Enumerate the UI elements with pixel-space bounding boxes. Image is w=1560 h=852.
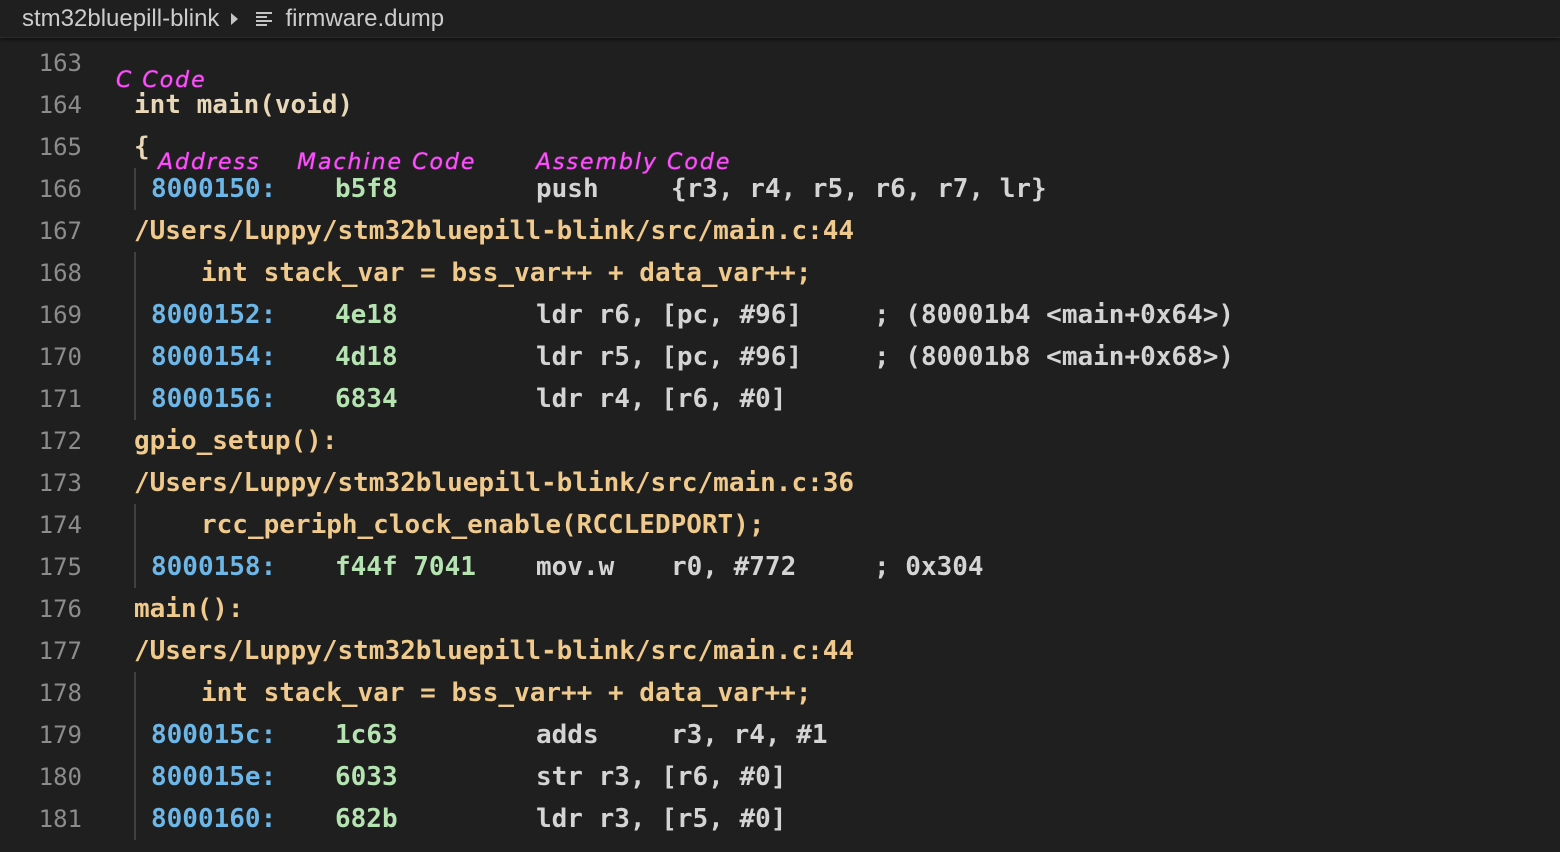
address-text: 800015c: xyxy=(151,720,277,750)
source-code-text: int stack_var = bss_var++ + data_var++; xyxy=(201,258,812,288)
indent-guide xyxy=(134,252,136,294)
machine-code-text: 1c63 xyxy=(335,720,398,750)
file-lines-icon xyxy=(256,11,273,26)
indent-guide xyxy=(134,672,136,714)
function-label-text: main(): xyxy=(134,594,244,624)
code-line[interactable]: 176 main(): xyxy=(0,588,1560,630)
machine-code-text: 6834 xyxy=(335,384,398,414)
line-number: 179 xyxy=(38,721,82,749)
breadcrumb-file[interactable]: firmware.dump xyxy=(285,5,444,33)
line-number: 163 xyxy=(38,49,82,77)
line-number: 178 xyxy=(38,679,82,707)
indent-guide xyxy=(134,714,136,756)
source-code-text: rcc_periph_clock_enable(RCCLEDPORT); xyxy=(201,510,765,540)
indent-guide xyxy=(134,798,136,840)
machine-code-text: f44f 7041 xyxy=(335,552,476,582)
indent-guide xyxy=(134,546,136,588)
code-line[interactable]: 173/Users/Luppy/stm32bluepill-blink/src/… xyxy=(0,462,1560,504)
line-number: 167 xyxy=(38,217,82,245)
assembly-args-text: r0, #772 xyxy=(671,552,797,582)
address-text: 800015e: xyxy=(151,762,277,792)
indent-guide xyxy=(134,504,136,546)
address-text: 8000152: xyxy=(151,300,277,330)
source-code-text: int stack_var = bss_var++ + data_var++; xyxy=(201,678,812,708)
source-path-text: /Users/Luppy/stm32bluepill-blink/src/mai… xyxy=(134,468,855,498)
line-number: 164 xyxy=(38,91,82,119)
machine-code-text: 4e18 xyxy=(335,300,398,330)
line-number: 176 xyxy=(38,595,82,623)
function-label-text: gpio_setup(): xyxy=(134,426,338,456)
code-line[interactable]: 164 int main(void) xyxy=(0,84,1560,126)
source-path-text: /Users/Luppy/stm32bluepill-blink/src/mai… xyxy=(134,216,855,246)
code-line[interactable]: 177/Users/Luppy/stm32bluepill-blink/src/… xyxy=(0,630,1560,672)
line-number: 171 xyxy=(38,385,82,413)
address-text: 8000156: xyxy=(151,384,277,414)
assembly-op-text: adds xyxy=(536,720,599,750)
code-line[interactable]: 169 8000152: 4e18 ldr r6, [pc, #96] ; (80001… xyxy=(0,294,1560,336)
code-line[interactable]: 163 xyxy=(0,42,1560,84)
line-number: 169 xyxy=(38,301,82,329)
line-number: 175 xyxy=(38,553,82,581)
annotation-machine-code: Machine Code xyxy=(297,150,477,175)
annotation-address: Address xyxy=(158,150,261,175)
line-number: 181 xyxy=(38,805,82,833)
line-number: 173 xyxy=(38,469,82,497)
line-number: 168 xyxy=(38,259,82,287)
code-line[interactable]: 168 int stack_var = bss_var++ + data_var+… xyxy=(0,252,1560,294)
address-text: 8000160: xyxy=(151,804,277,834)
indent-guide xyxy=(134,756,136,798)
code-line[interactable]: 170 8000154: 4d18 ldr r5, [pc, #96] ; (80001… xyxy=(0,336,1560,378)
assembly-op-text: ldr r5, [pc, #96] xyxy=(536,342,803,372)
code-line[interactable]: 179 800015c: 1c63 adds r3, r4, #1 xyxy=(0,714,1560,756)
c-code-text: { xyxy=(134,132,150,162)
code-line[interactable]: 171 8000156: 6834 ldr r4, [r6, #0] xyxy=(0,378,1560,420)
line-number: 180 xyxy=(38,763,82,791)
indent-guide xyxy=(134,378,136,420)
machine-code-text: 6033 xyxy=(335,762,398,792)
assembly-op-text: ldr r6, [pc, #96] xyxy=(536,300,803,330)
code-line[interactable]: 178 int stack_var = bss_var++ + data_var+… xyxy=(0,672,1560,714)
breadcrumb-folder[interactable]: stm32bluepill-blink xyxy=(22,5,219,33)
code-line[interactable]: 167/Users/Luppy/stm32bluepill-blink/src/… xyxy=(0,210,1560,252)
assembly-op-text: ldr r3, [r5, #0] xyxy=(536,804,787,834)
assembly-op-text: mov.w xyxy=(536,552,615,582)
machine-code-text: 4d18 xyxy=(335,342,398,372)
chevron-right-icon xyxy=(231,12,239,25)
address-text: 8000158: xyxy=(151,552,277,582)
assembly-args-text: r3, r4, #1 xyxy=(671,720,828,750)
assembly-comment-text: ; (80001b8 <main+0x68>) xyxy=(874,342,1235,372)
code-line[interactable]: 174 rcc_periph_clock_enable(RCCLEDPORT); xyxy=(0,504,1560,546)
annotation-assembly-code: Assembly Code xyxy=(536,150,732,175)
annotation-c-code: C Code xyxy=(116,68,207,93)
machine-code-text: 682b xyxy=(335,804,398,834)
source-path-text: /Users/Luppy/stm32bluepill-blink/src/mai… xyxy=(134,636,855,666)
assembly-comment-text: ; (80001b4 <main+0x64>) xyxy=(874,300,1235,330)
line-number: 170 xyxy=(38,343,82,371)
indent-guide xyxy=(134,168,136,210)
indent-guide xyxy=(134,336,136,378)
line-number: 165 xyxy=(38,133,82,161)
line-number: 174 xyxy=(38,511,82,539)
indent-guide xyxy=(134,294,136,336)
code-line[interactable]: 181 8000160: 682b ldr r3, [r5, #0] xyxy=(0,798,1560,840)
code-line[interactable]: 175 8000158: f44f 7041 mov.w r0, #772 ; 0x304 xyxy=(0,546,1560,588)
line-number: 177 xyxy=(38,637,82,665)
breadcrumb: stm32bluepill-blink firmware.dump xyxy=(0,0,1560,38)
line-number: 166 xyxy=(38,175,82,203)
assembly-comment-text: ; 0x304 xyxy=(874,552,984,582)
assembly-op-text: ldr r4, [r6, #0] xyxy=(536,384,787,414)
assembly-op-text: str r3, [r6, #0] xyxy=(536,762,787,792)
code-line[interactable]: 180 800015e: 6033 str r3, [r6, #0] xyxy=(0,756,1560,798)
line-number: 172 xyxy=(38,427,82,455)
address-text: 8000154: xyxy=(151,342,277,372)
code-line[interactable]: 172 gpio_setup(): xyxy=(0,420,1560,462)
